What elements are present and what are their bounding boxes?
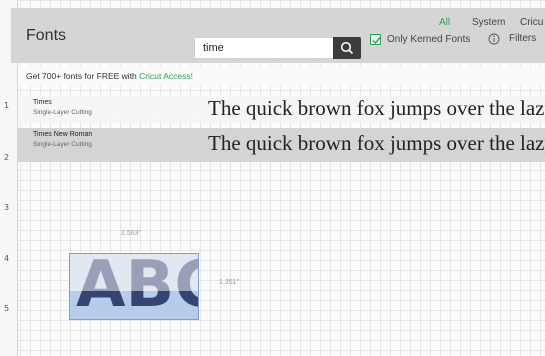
font-preview: The quick brown fox jumps over the lazy … [208,131,545,155]
search-icon [340,41,354,55]
selected-text-object[interactable]: ABC [69,253,199,320]
ruler-tick: 5 [4,304,10,313]
cricut-access-link[interactable]: Cricut Access! [139,71,193,81]
tab-cricut[interactable]: Cricu [520,17,543,28]
height-dimension-label: 1.351" [219,279,240,286]
promo-banner: Get 700+ fonts for FREE with Cricut Acce… [18,66,545,86]
filters-button[interactable]: Filters [509,33,536,44]
font-type: Single-Layer Cutting [33,141,92,148]
only-kerned-checkbox[interactable] [370,34,381,45]
font-name: Times New Roman [33,131,93,138]
info-icon[interactable] [488,33,500,45]
ruler-tick: 1 [4,101,10,110]
promo-text: Get 700+ fonts for FREE with [26,71,140,81]
check-icon [372,37,381,45]
font-name: Times [33,99,52,106]
font-preview: The quick brown fox jumps over the lazy … [208,96,545,120]
font-list-item[interactable]: Times Single-Layer Cutting The quick bro… [18,96,545,123]
width-dimension-label: 2.563" [121,230,142,237]
font-type: Single-Layer Cutting [33,109,92,116]
tab-system[interactable]: System [472,17,505,28]
ruler-tick: 2 [4,153,10,162]
only-kerned-label: Only Kerned Fonts [387,34,471,45]
search-input[interactable] [195,38,315,58]
panel-title: Fonts [26,27,67,44]
ruler-tick: 4 [4,254,10,263]
tab-all[interactable]: All [439,17,450,28]
search-button[interactable] [333,37,361,59]
font-list-item[interactable]: Times New Roman Single-Layer Cutting The… [18,128,545,162]
object-text: ABC [76,254,198,319]
fonts-panel-header: Fonts All System Cricu Only Kerned Fonts… [11,8,545,63]
ruler-tick: 3 [4,203,10,212]
